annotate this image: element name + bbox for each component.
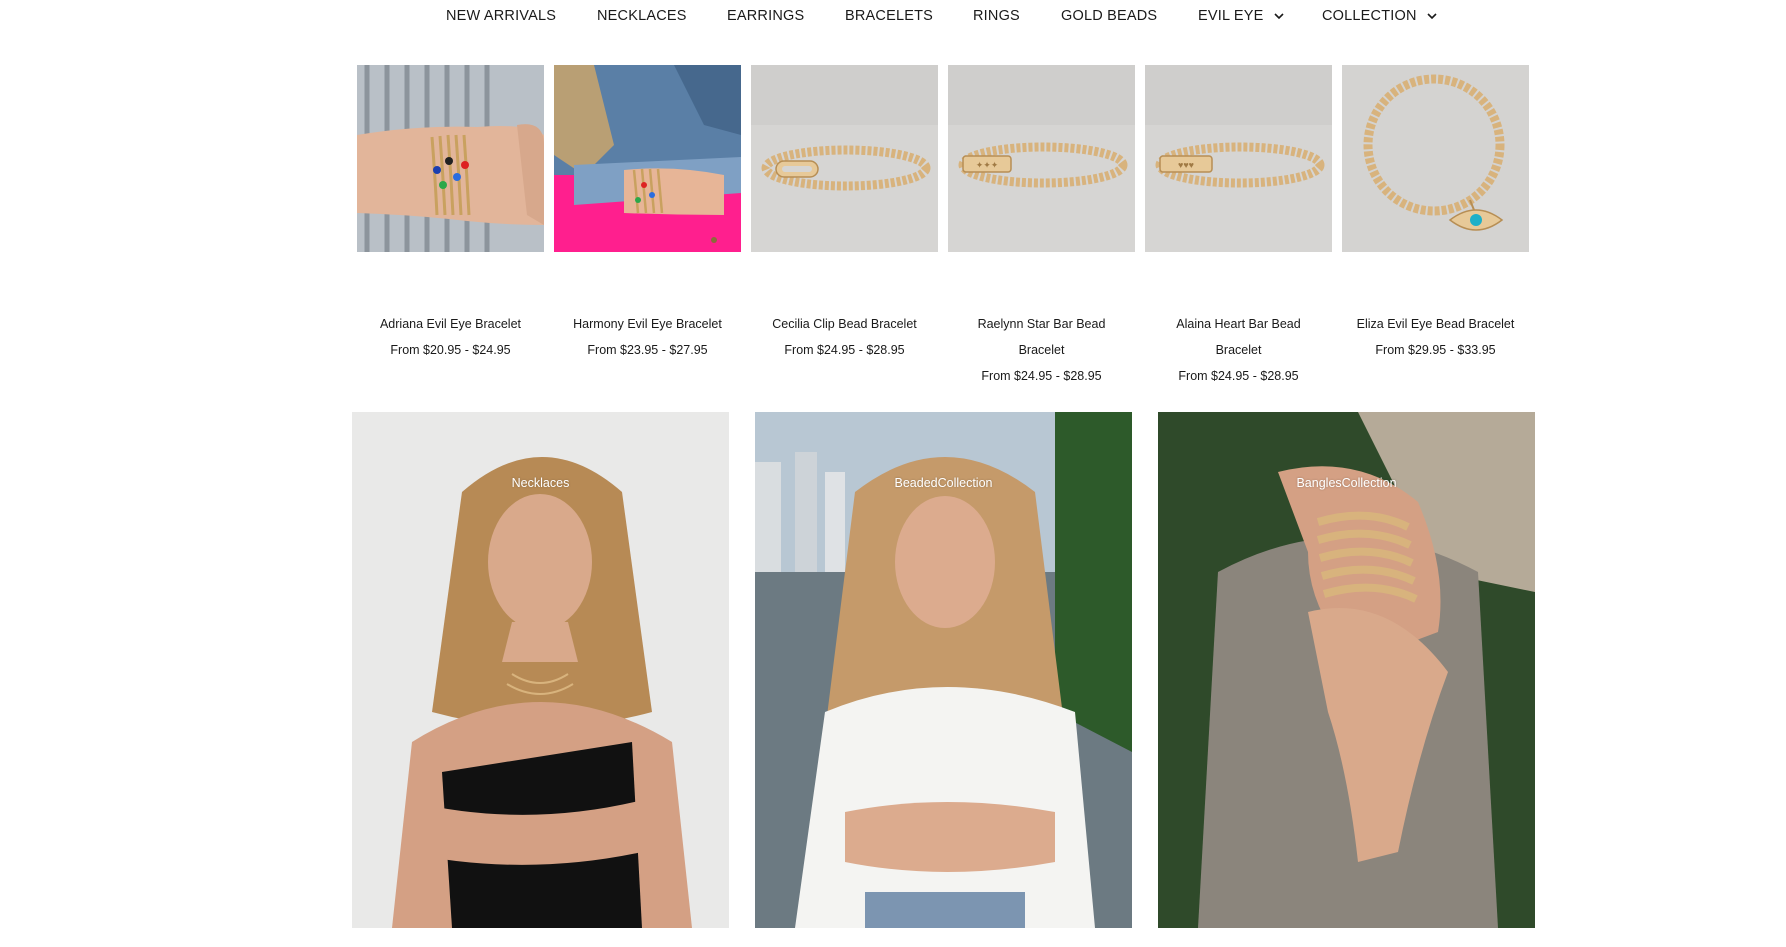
nav-bracelets[interactable]: BRACELETS bbox=[845, 8, 933, 24]
nav-label: EARRINGS bbox=[727, 8, 805, 24]
nav-evil-eye[interactable]: EVIL EYE bbox=[1198, 8, 1285, 24]
product-title[interactable]: Adriana Evil Eye Bracelet From $20.95 - … bbox=[357, 311, 544, 363]
product-title[interactable]: Harmony Evil Eye Bracelet From $23.95 - … bbox=[554, 311, 741, 363]
nav-necklaces[interactable]: NECKLACES bbox=[597, 8, 687, 24]
product-title-line: Alaina Heart Bar Bead bbox=[1176, 317, 1301, 331]
product-title[interactable]: Cecilia Clip Bead Bracelet From $24.95 -… bbox=[751, 311, 938, 363]
nav-gold-beads[interactable]: GOLD BEADS bbox=[1061, 8, 1157, 24]
chevron-down-icon bbox=[1427, 13, 1437, 20]
collection-label: Necklaces bbox=[511, 476, 570, 490]
product-title-line: Bracelet bbox=[1215, 343, 1262, 357]
collection-tile-beaded[interactable]: BeadedCollection bbox=[755, 412, 1132, 928]
product-card: Eliza Evil Eye Bead Bracelet From $29.95… bbox=[1342, 65, 1529, 357]
nav-earrings[interactable]: EARRINGS bbox=[727, 8, 804, 24]
product-card: Harmony Evil Eye Bracelet From $23.95 - … bbox=[554, 65, 741, 357]
nav-label: EVIL EYE bbox=[1198, 8, 1264, 24]
collection-label: BanglesCollection bbox=[1296, 476, 1397, 490]
product-price: From $23.95 - $27.95 bbox=[587, 343, 708, 357]
nav-label: BRACELETS bbox=[845, 8, 934, 24]
product-card: ♥♥♥ Alaina Heart Bar Bead Bracelet From … bbox=[1145, 65, 1332, 383]
product-title-line: Adriana Evil Eye Bracelet bbox=[379, 317, 522, 331]
product-image[interactable] bbox=[554, 65, 741, 252]
product-title-line: Cecilia Clip Bead Bracelet bbox=[772, 317, 917, 331]
product-title-line: Bracelet bbox=[1018, 343, 1065, 357]
product-image[interactable] bbox=[1342, 65, 1529, 252]
collection-tile-necklaces[interactable]: Necklaces bbox=[352, 412, 729, 928]
product-title[interactable]: Eliza Evil Eye Bead Bracelet From $29.95… bbox=[1342, 311, 1529, 363]
nav-label: NEW ARRIVALS bbox=[446, 8, 557, 24]
chevron-down-icon bbox=[1273, 13, 1284, 20]
product-price: From $20.95 - $24.95 bbox=[390, 343, 511, 357]
nav-collection[interactable]: COLLECTION bbox=[1322, 8, 1438, 24]
svg-text:✦✦✦: ✦✦✦ bbox=[976, 160, 999, 170]
svg-text:♥♥♥: ♥♥♥ bbox=[1178, 160, 1194, 170]
product-price: From $29.95 - $33.95 bbox=[1375, 343, 1496, 357]
product-card: ✦✦✦ Raelynn Star Bar Bead Bracelet From … bbox=[948, 65, 1135, 383]
product-image[interactable]: ✦✦✦ bbox=[948, 65, 1135, 252]
product-title[interactable]: Alaina Heart Bar Bead Bracelet From $24.… bbox=[1145, 311, 1332, 389]
main-navigation: NEW ARRIVALS NECKLACES EARRINGS BRACELET… bbox=[0, 0, 1786, 36]
product-image[interactable] bbox=[751, 65, 938, 252]
product-title-line: Harmony Evil Eye Bracelet bbox=[573, 317, 722, 331]
product-title-line: Raelynn Star Bar Bead bbox=[977, 317, 1106, 331]
product-title-line: Eliza Evil Eye Bead Bracelet bbox=[1356, 317, 1515, 331]
product-price: From $24.95 - $28.95 bbox=[1178, 369, 1299, 383]
nav-label: COLLECTION bbox=[1322, 8, 1417, 24]
nav-rings[interactable]: RINGS bbox=[973, 8, 1020, 24]
nav-label: NECKLACES bbox=[597, 8, 687, 24]
collection-label: BeadedCollection bbox=[894, 476, 993, 490]
product-card: Adriana Evil Eye Bracelet From $20.95 - … bbox=[357, 65, 544, 357]
product-price: From $24.95 - $28.95 bbox=[981, 369, 1102, 383]
product-title[interactable]: Raelynn Star Bar Bead Bracelet From $24.… bbox=[948, 311, 1135, 389]
product-card: Cecilia Clip Bead Bracelet From $24.95 -… bbox=[751, 65, 938, 357]
nav-label: GOLD BEADS bbox=[1061, 8, 1158, 24]
product-price: From $24.95 - $28.95 bbox=[784, 343, 905, 357]
product-image[interactable] bbox=[357, 65, 544, 252]
collection-tile-bangles[interactable]: BanglesCollection bbox=[1158, 412, 1535, 928]
nav-label: RINGS bbox=[973, 8, 1020, 24]
product-image[interactable]: ♥♥♥ bbox=[1145, 65, 1332, 252]
nav-new-arrivals[interactable]: NEW ARRIVALS bbox=[446, 8, 556, 24]
